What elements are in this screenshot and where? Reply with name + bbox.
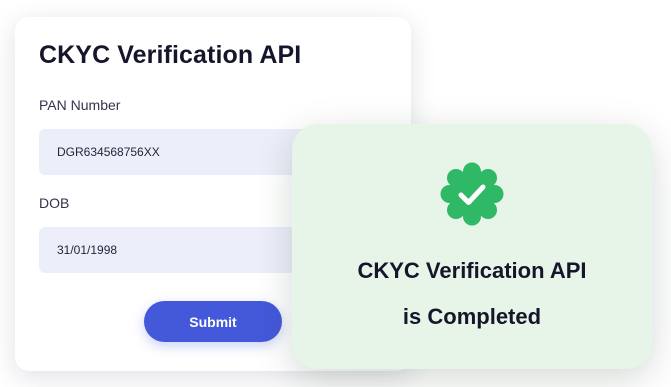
submit-button[interactable]: Submit xyxy=(144,301,282,342)
verified-check-badge-icon xyxy=(440,162,504,226)
success-subtitle: is Completed xyxy=(402,304,542,329)
success-title: CKYC Verification API xyxy=(357,258,587,283)
pan-number-label: PAN Number xyxy=(39,97,121,113)
dob-label: DOB xyxy=(39,195,70,211)
form-title: CKYC Verification API xyxy=(39,41,302,69)
success-card: CKYC Verification API is Completed xyxy=(292,124,652,369)
